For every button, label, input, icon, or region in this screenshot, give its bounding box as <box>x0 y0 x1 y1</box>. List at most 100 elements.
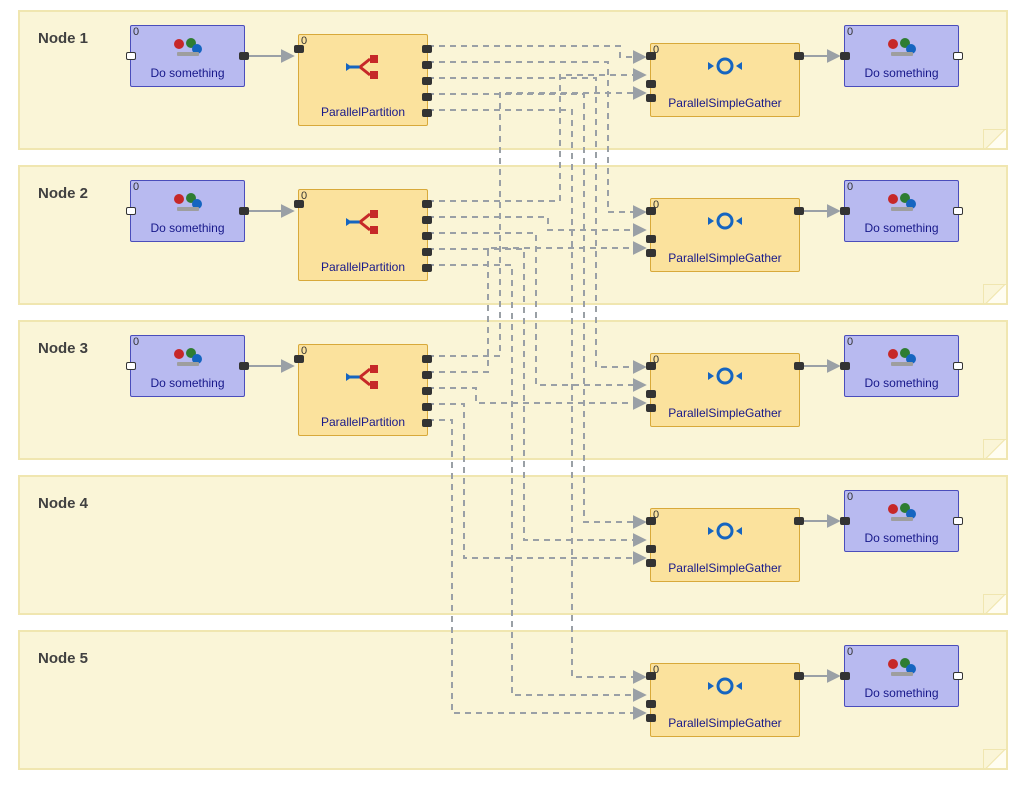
port-in[interactable] <box>294 45 304 53</box>
gather-node1[interactable]: 0 ParallelSimpleGather <box>650 43 800 117</box>
port-in-1[interactable] <box>646 672 656 680</box>
port-out[interactable] <box>953 362 963 370</box>
component-label: Do something <box>845 686 958 700</box>
component-label: ParallelSimpleGather <box>651 561 799 575</box>
port-out[interactable] <box>953 517 963 525</box>
component-label: Do something <box>845 221 958 235</box>
port-in-1[interactable] <box>646 517 656 525</box>
port-out[interactable] <box>953 52 963 60</box>
port-out-2[interactable] <box>422 371 432 379</box>
port-in[interactable] <box>126 52 136 60</box>
port-out[interactable] <box>794 52 804 60</box>
lane-title: Node 3 <box>38 340 88 357</box>
component-label: Do something <box>131 66 244 80</box>
port-in[interactable] <box>840 362 850 370</box>
port-in[interactable] <box>126 207 136 215</box>
split-arrows-icon <box>346 53 380 84</box>
port-out-2[interactable] <box>422 216 432 224</box>
component-label: ParallelPartition <box>299 415 427 429</box>
sink-node2[interactable]: 0 Do something <box>844 180 959 242</box>
component-label: ParallelSimpleGather <box>651 251 799 265</box>
diagram-canvas: Node 1 Node 2 Node 3 Node 4 Node 5 <box>0 0 1024 789</box>
source-node3[interactable]: 0 Do something <box>130 335 245 397</box>
port-out[interactable] <box>239 362 249 370</box>
gather-node2[interactable]: 0 ParallelSimpleGather <box>650 198 800 272</box>
partition-node1[interactable]: 0 ParallelPartition <box>298 34 428 126</box>
port-out[interactable] <box>794 207 804 215</box>
port-in-2[interactable] <box>646 80 656 88</box>
port-in[interactable] <box>840 517 850 525</box>
port-out[interactable] <box>953 207 963 215</box>
port-out[interactable] <box>794 517 804 525</box>
port-in-1[interactable] <box>646 52 656 60</box>
partition-node3[interactable]: 0 ParallelPartition <box>298 344 428 436</box>
port-in[interactable] <box>294 200 304 208</box>
port-out-5[interactable] <box>422 264 432 272</box>
port-count-badge: 0 <box>133 336 139 348</box>
port-in[interactable] <box>294 355 304 363</box>
sink-node5[interactable]: 0 Do something <box>844 645 959 707</box>
port-in[interactable] <box>840 207 850 215</box>
gather-node4[interactable]: 0 ParallelSimpleGather <box>650 508 800 582</box>
port-in-2[interactable] <box>646 700 656 708</box>
component-label: ParallelSimpleGather <box>651 96 799 110</box>
gather-node3[interactable]: 0 ParallelSimpleGather <box>650 353 800 427</box>
port-out-3[interactable] <box>422 387 432 395</box>
component-label: Do something <box>845 531 958 545</box>
port-in-3[interactable] <box>646 94 656 102</box>
sink-node3[interactable]: 0 Do something <box>844 335 959 397</box>
source-node1[interactable]: 0 Do something <box>130 25 245 87</box>
port-out-4[interactable] <box>422 93 432 101</box>
component-label: ParallelSimpleGather <box>651 406 799 420</box>
cycle-arrows-icon <box>708 674 742 701</box>
port-out-1[interactable] <box>422 45 432 53</box>
source-node2[interactable]: 0 Do something <box>130 180 245 242</box>
component-label: Do something <box>845 376 958 390</box>
port-count-badge: 0 <box>133 181 139 193</box>
port-in-1[interactable] <box>646 207 656 215</box>
gather-node5[interactable]: 0 ParallelSimpleGather <box>650 663 800 737</box>
port-in[interactable] <box>126 362 136 370</box>
port-out-3[interactable] <box>422 77 432 85</box>
component-label: Do something <box>845 66 958 80</box>
port-out-5[interactable] <box>422 419 432 427</box>
component-label: Do something <box>131 221 244 235</box>
component-label: ParallelSimpleGather <box>651 716 799 730</box>
port-in-3[interactable] <box>646 404 656 412</box>
port-in-2[interactable] <box>646 235 656 243</box>
port-in-3[interactable] <box>646 714 656 722</box>
component-label: ParallelPartition <box>299 260 427 274</box>
port-out-1[interactable] <box>422 355 432 363</box>
port-in[interactable] <box>840 52 850 60</box>
gear-cluster-icon <box>885 656 919 683</box>
port-out-4[interactable] <box>422 403 432 411</box>
gear-cluster-icon <box>885 501 919 528</box>
port-in[interactable] <box>840 672 850 680</box>
split-arrows-icon <box>346 208 380 239</box>
sink-node4[interactable]: 0 Do something <box>844 490 959 552</box>
cycle-arrows-icon <box>708 209 742 236</box>
port-in-2[interactable] <box>646 390 656 398</box>
port-count-badge: 0 <box>847 491 853 503</box>
lane-title: Node 2 <box>38 185 88 202</box>
port-out[interactable] <box>239 52 249 60</box>
port-out[interactable] <box>239 207 249 215</box>
port-in-1[interactable] <box>646 362 656 370</box>
port-out[interactable] <box>953 672 963 680</box>
partition-node2[interactable]: 0 ParallelPartition <box>298 189 428 281</box>
gear-cluster-icon <box>171 346 205 373</box>
port-in-2[interactable] <box>646 545 656 553</box>
port-out-4[interactable] <box>422 248 432 256</box>
gear-cluster-icon <box>885 191 919 218</box>
gear-cluster-icon <box>171 36 205 63</box>
port-in-3[interactable] <box>646 559 656 567</box>
port-out-5[interactable] <box>422 109 432 117</box>
component-label: ParallelPartition <box>299 105 427 119</box>
port-out-2[interactable] <box>422 61 432 69</box>
port-out[interactable] <box>794 362 804 370</box>
port-out-1[interactable] <box>422 200 432 208</box>
port-in-3[interactable] <box>646 249 656 257</box>
port-out-3[interactable] <box>422 232 432 240</box>
port-out[interactable] <box>794 672 804 680</box>
sink-node1[interactable]: 0 Do something <box>844 25 959 87</box>
